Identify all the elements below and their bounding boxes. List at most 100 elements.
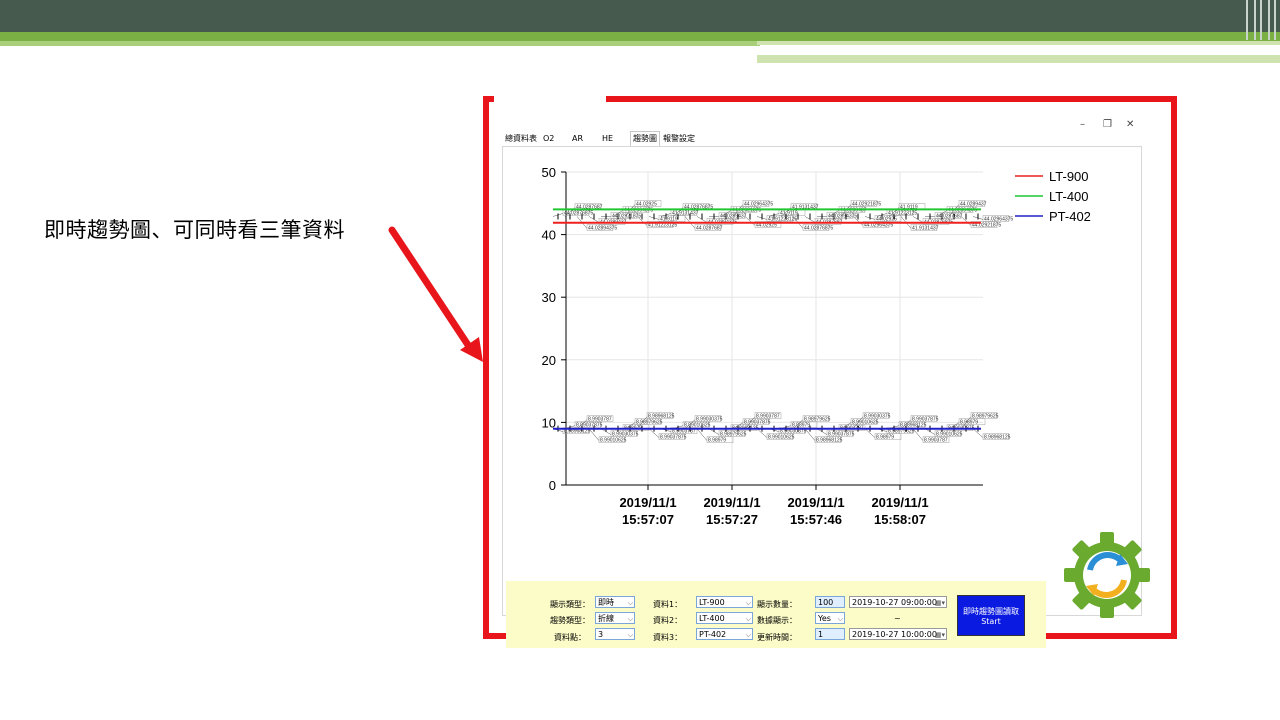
slide-accent-stripe xyxy=(0,41,760,46)
data-label: 8.9903787 xyxy=(756,414,780,420)
data-display-select[interactable]: Yes ⌵ xyxy=(815,612,845,624)
start-date-picker[interactable]: 2019-10-27 09:00:00 ▦▾ xyxy=(849,596,947,608)
calendar-icon: ▦▾ xyxy=(934,599,945,607)
data-label: 8.98979 xyxy=(876,435,894,441)
display-type-label: 顯示類型： xyxy=(550,600,590,609)
data-label: 44.02964375 xyxy=(984,216,1013,222)
data-label: 8.99037875 xyxy=(828,432,855,438)
data-display-label: 數據顯示： xyxy=(757,616,797,625)
data2-select[interactable]: LT-400 ⌵ xyxy=(696,612,753,624)
data3-select[interactable]: PT-402 ⌵ xyxy=(696,628,753,640)
tab-alarm-settings[interactable]: 報警設定 xyxy=(661,132,697,146)
tab-summary[interactable]: 總資料表 xyxy=(503,132,539,146)
data-label: 8.98979625 xyxy=(804,417,831,423)
gear-refresh-logo xyxy=(1064,532,1150,618)
chevron-down-icon: ⌵ xyxy=(745,599,751,607)
legend-label: LT-900 xyxy=(1049,169,1089,184)
y-tick-label: 30 xyxy=(542,290,556,305)
data-label: 8.98968125 xyxy=(816,438,843,444)
data-label: 8.98979625 xyxy=(720,432,747,438)
data-label: 41.9131437 xyxy=(912,225,939,231)
tab-strip: 總資料表 O2 AR HE 趨勢圖 報警設定 xyxy=(502,131,1142,147)
data-label: 44.0289437 xyxy=(960,201,987,207)
display-type-select[interactable]: 即時 ⌵ xyxy=(595,596,635,608)
chevron-down-icon: ⌵ xyxy=(627,599,633,607)
trend-type-select[interactable]: 折線 ⌵ xyxy=(595,612,635,624)
data-label: 44.02921875 xyxy=(852,201,881,207)
data-label: 8.98979 xyxy=(960,420,978,426)
data-label: 44.02876875 xyxy=(804,225,833,231)
slide-corner-decoration xyxy=(1240,0,1280,40)
slide-accent-stripe-lower xyxy=(757,55,1280,63)
data2-label: 資料2： xyxy=(653,616,683,625)
y-tick-label: 40 xyxy=(542,228,556,243)
legend-label: LT-400 xyxy=(1049,189,1089,204)
data-label: 41.9119 xyxy=(660,216,678,222)
date-range-separator: ~ xyxy=(894,614,901,623)
data-label: 8.99030375 xyxy=(696,417,723,423)
data-label: 8.98968125 xyxy=(648,414,675,420)
trend-type-label: 趨勢類型： xyxy=(550,616,590,625)
data-label: 8.99010625 xyxy=(936,432,963,438)
slide-accent-line xyxy=(757,51,1187,53)
x-tick-label: 15:58:07 xyxy=(874,512,926,527)
y-tick-label: 20 xyxy=(542,353,556,368)
trend-panel: 0 10 20 30 40 50 2019/11/1 15:57:07 2019/11/1 15:… xyxy=(502,146,1142,648)
data-label: 8.99037875 xyxy=(912,417,939,423)
chevron-down-icon: ⌵ xyxy=(837,615,843,623)
start-trend-button[interactable]: 即時趨勢圖讀取 Start xyxy=(957,595,1025,636)
trend-chart: 010203040502019/11/115:57:072019/11/115:… xyxy=(542,165,1091,527)
data-label: 8.99037875 xyxy=(660,435,687,441)
data-label: 8.9903787 xyxy=(924,438,948,444)
data-label: 8.99010625 xyxy=(600,438,627,444)
red-arrow-icon xyxy=(388,226,483,362)
y-tick-label: 50 xyxy=(542,165,556,180)
data-label: 8.98979625 xyxy=(972,414,999,420)
count-label: 顯示數量： xyxy=(757,600,797,609)
tab-trend[interactable]: 趨勢圖 xyxy=(630,131,660,147)
slide-header-bar xyxy=(0,0,1280,32)
data-label: 44.0287687 xyxy=(696,225,723,231)
data-label: 8.99030375 xyxy=(612,432,639,438)
trend-app-window: – ❐ ✕ 總資料表 O2 AR HE 趨勢圖 報警設定 0 10 20 30 40 50… xyxy=(502,116,1142,648)
x-tick-label: 2019/11/1 xyxy=(703,495,760,510)
chevron-down-icon: ⌵ xyxy=(745,615,751,623)
data-label: 44.02925 xyxy=(636,201,657,207)
start-button-sublabel: Start xyxy=(981,617,1001,626)
x-tick-label: 2019/11/1 xyxy=(619,495,676,510)
data1-select[interactable]: LT-900 ⌵ xyxy=(696,596,753,608)
y-tick-label: 0 xyxy=(549,478,556,493)
data3-label: 資料3： xyxy=(653,633,683,642)
data-label: 44.02964375 xyxy=(744,201,773,207)
update-label: 更新時間： xyxy=(757,633,797,642)
slide-caption: 即時趨勢圖、可同時看三筆資料 xyxy=(44,218,345,242)
points-label: 資料點： xyxy=(554,633,586,642)
chevron-down-icon: ⌵ xyxy=(745,631,751,639)
end-date-picker[interactable]: 2019-10-27 10:00:00 ▦▾ xyxy=(849,628,947,640)
legend-label: PT-402 xyxy=(1049,209,1091,224)
data-label: 8.9903787 xyxy=(588,417,612,423)
slide-accent-stripe-right xyxy=(757,41,1280,45)
tab-he[interactable]: HE xyxy=(600,132,615,146)
chevron-down-icon: ⌵ xyxy=(627,631,633,639)
points-select[interactable]: 3 ⌵ xyxy=(595,628,635,640)
x-tick-label: 2019/11/1 xyxy=(787,495,844,510)
slide-accent-bar xyxy=(0,32,1280,41)
data1-label: 資料1： xyxy=(653,600,683,609)
close-button[interactable]: ✕ xyxy=(1126,119,1134,130)
tab-o2[interactable]: O2 xyxy=(541,132,556,146)
data-label: 41.9119 xyxy=(780,210,798,216)
data-label: 41.91223125 xyxy=(768,216,797,222)
data-label: 8.99030375 xyxy=(864,414,891,420)
count-input[interactable]: 100 xyxy=(815,596,845,608)
data-label: 8.98979 xyxy=(708,438,726,444)
restore-button[interactable]: ❐ xyxy=(1103,119,1112,130)
x-tick-label: 15:57:07 xyxy=(622,512,674,527)
highlight-frame-gap xyxy=(494,94,606,104)
calendar-icon: ▦▾ xyxy=(934,631,945,639)
minimize-button[interactable]: – xyxy=(1080,119,1085,130)
x-tick-label: 2019/11/1 xyxy=(871,495,928,510)
tab-ar[interactable]: AR xyxy=(570,132,585,146)
update-input[interactable]: 1 xyxy=(815,628,845,640)
x-tick-label: 15:57:46 xyxy=(790,512,842,527)
